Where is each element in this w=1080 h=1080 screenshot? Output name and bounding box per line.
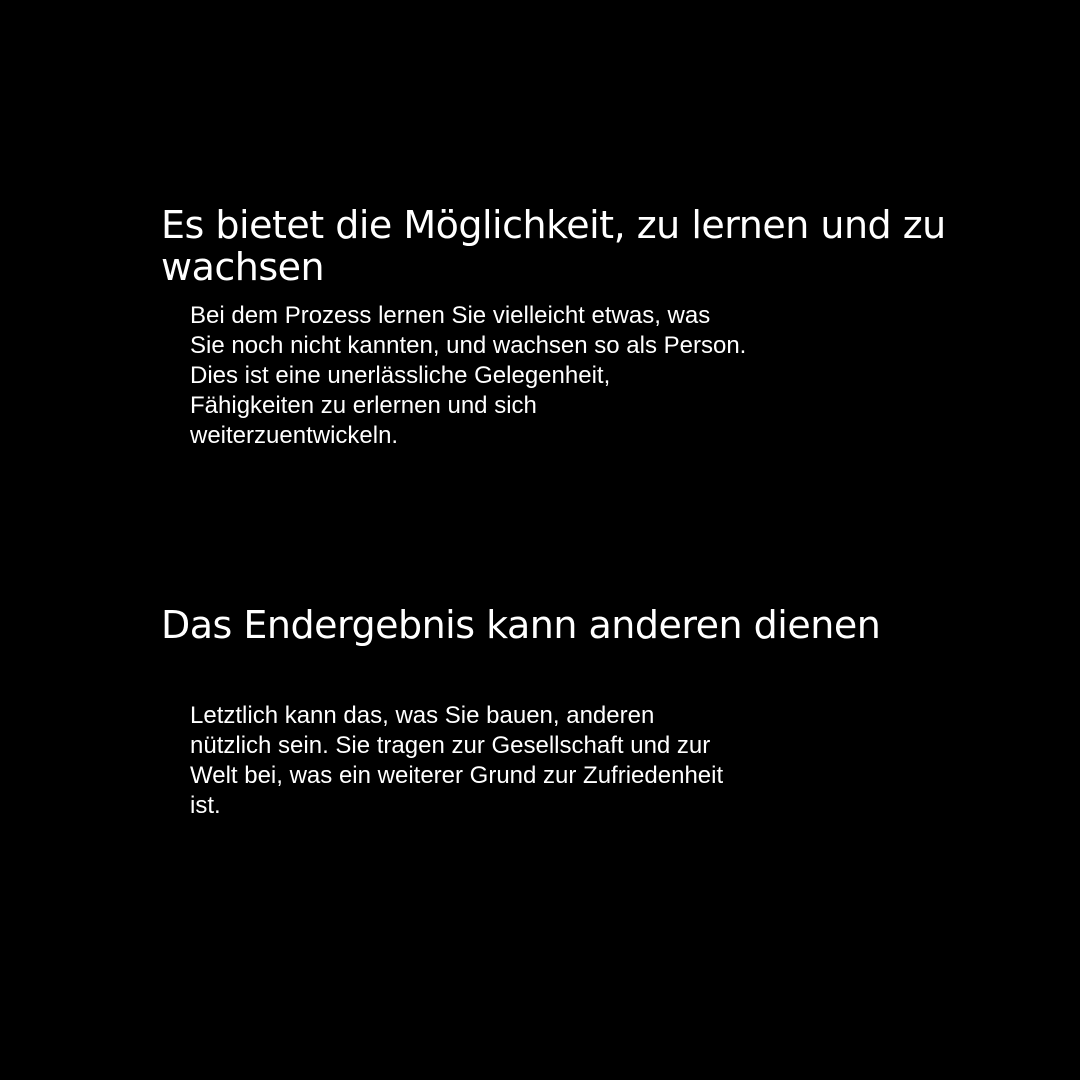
body-line: Letztlich kann das, was Sie bauen, ander… [190, 702, 655, 729]
slide-page: Es bietet die Möglichkeit, zu lernen und… [0, 0, 1080, 1080]
section-body-learning: Bei dem Prozess lernen Sie vielleicht et… [190, 301, 746, 451]
body-line: Fähigkeiten zu erlernen und sich [190, 392, 537, 419]
section-title-result: Das Endergebnis kann anderen dienen [161, 603, 881, 647]
body-line: Dies ist eine unerlässliche Gelegenheit, [190, 362, 611, 389]
section-title-learning: Es bietet die Möglichkeit, zu lernen und… [161, 203, 946, 289]
body-line: ist. [190, 792, 221, 819]
section-body-result: Letztlich kann das, was Sie bauen, ander… [190, 701, 723, 821]
body-line: Welt bei, was ein weiterer Grund zur Zuf… [190, 762, 724, 789]
body-line: nützlich sein. Sie tragen zur Gesellscha… [190, 732, 711, 759]
body-line: Sie noch nicht kannten, und wachsen so a… [190, 332, 747, 359]
body-line: Bei dem Prozess lernen Sie vielleicht et… [190, 302, 711, 329]
body-line: weiterzuentwickeln. [190, 422, 399, 449]
